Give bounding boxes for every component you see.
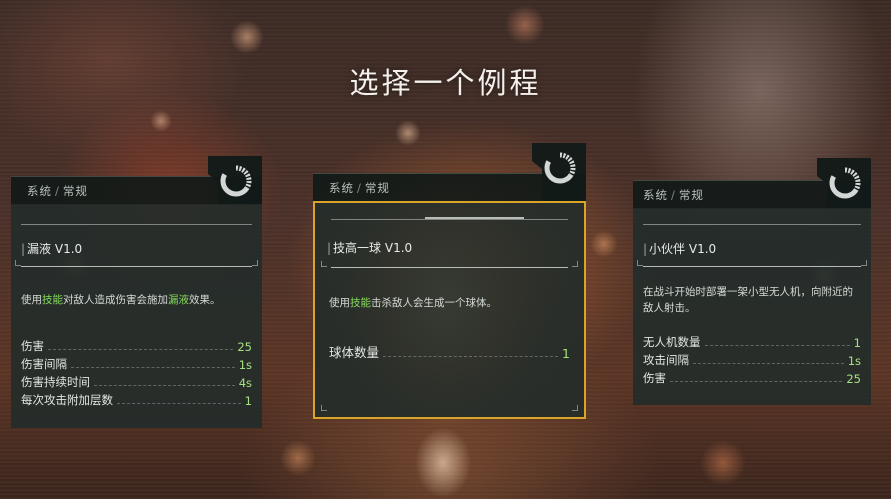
loading-ring-icon xyxy=(544,152,576,184)
corner-mark xyxy=(15,260,21,266)
card-body: | 漏液 V1.0 使用技能对敌人造成伤害会施加漏液效果。 伤害 25 伤害间隔 1s… xyxy=(11,204,262,428)
stats-list: 无人机数量 1 攻击间隔 1s 伤害 25 xyxy=(643,332,861,386)
loading-ring-icon xyxy=(220,165,252,197)
stats-list: 伤害 25 伤害间隔 1s 伤害持续时间 4s 每次攻击附加层数 1 xyxy=(21,336,252,408)
routine-name: | 小伙伴 V1.0 xyxy=(643,242,717,256)
corner-mark xyxy=(572,405,578,411)
divider xyxy=(21,224,252,225)
divider xyxy=(21,266,252,267)
routine-name: | 漏液 V1.0 xyxy=(21,242,83,256)
page-title: 选择一个例程 xyxy=(349,66,542,100)
stat-row: 伤害 25 xyxy=(643,371,861,386)
divider xyxy=(331,267,568,268)
corner-mark xyxy=(321,261,327,267)
stat-row: 球体数量 1 xyxy=(329,345,570,361)
card-body: | 小伙伴 V1.0 在战斗开始时部署一架小型无人机，向附近的敌人射击。 无人机数… xyxy=(633,208,871,405)
stat-row: 伤害 25 xyxy=(21,339,252,354)
corner-mark xyxy=(252,260,258,266)
category-label: 系统 / 常规 xyxy=(27,184,88,198)
stat-row: 伤害间隔 1s xyxy=(21,357,252,372)
stat-row: 攻击间隔 1s xyxy=(643,353,861,368)
card-body: | 技高一球 V1.0 使用技能击杀敌人会生成一个球体。 球体数量 1 xyxy=(313,201,586,419)
loading-ring-icon xyxy=(829,167,861,199)
divider xyxy=(425,217,524,219)
divider xyxy=(643,266,861,267)
stat-row: 无人机数量 1 xyxy=(643,335,861,350)
category-label: 系统 / 常规 xyxy=(643,188,704,202)
divider xyxy=(331,219,568,220)
routine-card-right[interactable]: 系统 / 常规 | 小伙伴 V1.0 在战斗开始时部署一架小型无人机，向附近的敌人射击… xyxy=(633,158,871,405)
category-label: 系统 / 常规 xyxy=(329,181,390,195)
corner-mark xyxy=(861,260,867,266)
routine-description: 在战斗开始时部署一架小型无人机，向附近的敌人射击。 xyxy=(643,286,853,314)
stat-row: 伤害持续时间 4s xyxy=(21,375,252,390)
routine-description: 使用技能对敌人造成伤害会施加漏液效果。 xyxy=(21,294,221,306)
routine-description: 使用技能击杀敌人会生成一个球体。 xyxy=(329,297,497,309)
routine-card-left[interactable]: 系统 / 常规 | 漏液 V1.0 使用技能对敌人造成伤害会施加漏液效果。 伤害 25 … xyxy=(11,156,262,428)
corner-mark xyxy=(321,405,327,411)
divider xyxy=(643,224,861,225)
routine-card-center[interactable]: 系统 / 常规 | 技高一球 V1.0 使用技能击杀敌人会生成一个球体。 球体数量 1 xyxy=(313,143,586,419)
stats-list: 球体数量 1 xyxy=(329,343,570,361)
stat-row: 每次攻击附加层数 1 xyxy=(21,393,252,408)
corner-mark xyxy=(572,261,578,267)
routine-name: | 技高一球 V1.0 xyxy=(327,241,413,255)
corner-mark xyxy=(637,260,643,266)
